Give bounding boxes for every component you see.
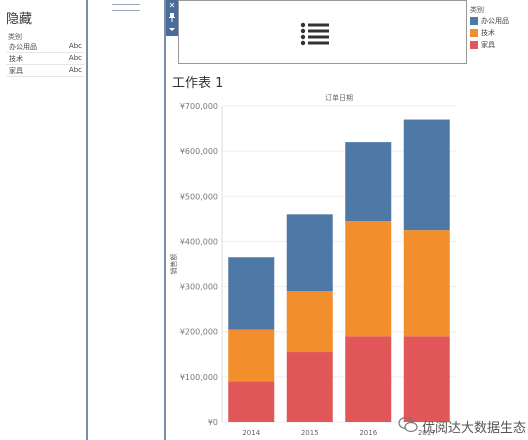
legend-label: 技术 (481, 29, 495, 37)
x-tick-label: 2015 (301, 429, 319, 437)
chevron-down-icon[interactable] (166, 25, 178, 35)
bar-segment (403, 336, 450, 422)
drag-handle[interactable] (112, 4, 140, 11)
bar-segment (345, 336, 392, 422)
hidden-row-label: 家具 (9, 67, 23, 75)
bar-segment (286, 214, 333, 292)
bar-segment (286, 291, 333, 353)
floating-toolbar: ✕ (166, 0, 178, 36)
y-tick-label: ¥600,000 (180, 147, 218, 156)
y-tick-label: ¥200,000 (180, 328, 218, 337)
pin-icon[interactable] (166, 13, 178, 25)
chat-bubbles-icon (398, 416, 418, 433)
x-tick-label: 2014 (242, 429, 260, 437)
close-icon[interactable]: ✕ (166, 1, 178, 11)
stacked-bar-chart: ¥0 ¥100,000 ¥200,000 ¥300,000 ¥400,000 ¥500,0… (169, 93, 456, 437)
y-tick-label: ¥0 (208, 418, 218, 427)
legend-swatch (470, 17, 478, 25)
bar-segment (228, 257, 275, 330)
y-axis-label: 销售额 (169, 254, 178, 275)
legend-label: 家具 (481, 41, 495, 49)
y-tick-label: ¥300,000 (180, 283, 218, 292)
hidden-row-tech[interactable]: 技术 Abc (6, 53, 84, 65)
hidden-row-abbr: Abc (68, 42, 82, 50)
hidden-row-furniture[interactable]: 家具 Abc (6, 65, 84, 77)
hidden-row-label: 办公用品 (9, 43, 37, 51)
bar-segment (403, 230, 450, 337)
bar-segment (345, 142, 392, 222)
x-tick-label: 2016 (359, 429, 377, 437)
hidden-row-label: 技术 (9, 55, 23, 63)
y-tick-label: ¥500,000 (180, 192, 218, 201)
hidden-row-office[interactable]: 办公用品 Abc (6, 41, 84, 53)
list-icon[interactable] (300, 22, 330, 46)
watermark-text: 优阅达大数据生态 (422, 421, 527, 436)
bar-segment (228, 381, 275, 422)
bar-segment (345, 221, 392, 337)
legend-swatch (470, 29, 478, 37)
y-tick-label: ¥700,000 (180, 102, 218, 111)
hidden-row-abbr: Abc (68, 66, 82, 74)
bar-segment (286, 352, 333, 422)
legend-title: 类别 (470, 6, 484, 14)
bar-segment (403, 119, 450, 231)
chart-title: 订单日期 (325, 93, 353, 102)
hidden-panel-title: 隐藏 (6, 12, 33, 27)
bar-segment (228, 329, 275, 382)
blank-panel[interactable] (86, 0, 166, 440)
legend-label: 办公用品 (481, 17, 509, 25)
legend-swatch (470, 41, 478, 49)
hidden-row-abbr: Abc (68, 54, 82, 62)
y-tick-label: ¥100,000 (180, 373, 218, 382)
y-tick-label: ¥400,000 (180, 237, 218, 246)
